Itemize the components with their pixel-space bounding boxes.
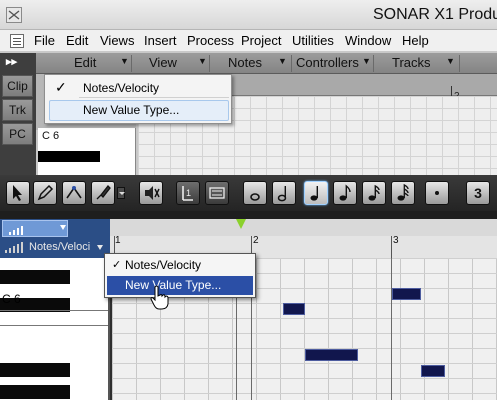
checkmark-icon: ✓ xyxy=(55,79,67,95)
chevron-down-icon: ▼ xyxy=(446,56,455,66)
erase-icon[interactable] xyxy=(139,181,163,205)
pr-menu-view[interactable]: View ▼ xyxy=(136,55,210,72)
chevron-down-icon xyxy=(97,245,103,250)
midi-note[interactable] xyxy=(283,303,305,315)
dd-notes-velocity[interactable]: Notes/Velocity xyxy=(125,258,201,272)
window-title: SONAR X1 Producer xyxy=(373,6,497,23)
sixteenth-note-icon[interactable] xyxy=(362,181,386,205)
brush-dropdown-icon[interactable] xyxy=(117,187,125,199)
midi-note[interactable] xyxy=(392,288,421,300)
menu-edit[interactable]: Edit xyxy=(66,33,88,48)
velocity-bars-icon xyxy=(9,226,23,235)
chevron-down-icon: ▼ xyxy=(362,56,371,66)
now-time-marker[interactable] xyxy=(236,219,246,229)
checkmark-icon: ✓ xyxy=(112,259,122,271)
pr-menu-notes-label: Notes xyxy=(228,55,262,70)
chevron-down-icon: ▼ xyxy=(278,56,287,66)
top-note-label: C 6 xyxy=(42,130,60,142)
midi-note[interactable] xyxy=(421,365,445,377)
ruler-tick xyxy=(391,236,392,258)
pr-menu-view-label: View xyxy=(149,55,177,70)
chevron-down-icon: ▼ xyxy=(120,56,129,66)
menu-window[interactable]: Window xyxy=(345,33,391,48)
chevron-down-icon xyxy=(60,225,66,230)
brush-icon[interactable] xyxy=(91,181,115,205)
piano-keyboard[interactable] xyxy=(0,258,110,400)
cursor-icon[interactable] xyxy=(6,181,30,205)
top-dd-notes-velocity[interactable]: Notes/Velocity xyxy=(83,81,159,95)
menu-file[interactable]: File xyxy=(34,33,55,48)
black-key[interactable] xyxy=(0,270,70,284)
ruler-label-2: 2 xyxy=(253,235,259,246)
expand-arrows-icon[interactable]: ▸▸ xyxy=(6,55,17,68)
snap-icon[interactable]: 1 xyxy=(176,181,200,205)
top-black-key[interactable] xyxy=(38,151,100,162)
menu-separator xyxy=(79,97,229,98)
half-note-icon[interactable] xyxy=(272,181,296,205)
eighth-note-icon[interactable] xyxy=(333,181,357,205)
strip-trk[interactable]: Trk xyxy=(2,99,33,121)
svg-text:1: 1 xyxy=(186,188,191,198)
pr-menu-tracks-label: Tracks xyxy=(392,55,431,70)
tool-strip: ▸▸ Clip Trk PC xyxy=(0,53,36,175)
lane-type-select[interactable]: Notes/Veloci xyxy=(2,240,104,256)
black-key[interactable] xyxy=(0,385,70,399)
strip-pc[interactable]: PC xyxy=(2,123,33,145)
smart-tool-icon[interactable] xyxy=(62,181,86,205)
piano-roll-toolbar: 1 3 xyxy=(0,175,497,211)
main-menubar: File Edit Views Insert Process Project U… xyxy=(0,30,497,52)
key-divider xyxy=(0,325,108,326)
menu-utilities[interactable]: Utilities xyxy=(292,33,334,48)
toolbar-divider xyxy=(0,211,497,219)
pr-menu-controllers[interactable]: Controllers ▼ xyxy=(296,55,374,72)
black-key[interactable] xyxy=(0,363,70,377)
ruler-label-1: 1 xyxy=(115,235,121,246)
controller-lane-tab[interactable] xyxy=(2,220,68,237)
dot-icon[interactable] xyxy=(425,181,449,205)
dd-new-value-type[interactable]: New Value Type... xyxy=(125,278,221,292)
piano-roll-zoomed: 1 3 Notes/Veloci 1 2 3 C 6 ✓ Notes/Veloc… xyxy=(0,175,497,400)
app-icon[interactable] xyxy=(6,7,22,23)
note-label-c6: C 6 xyxy=(2,292,21,306)
strip-clip[interactable]: Clip xyxy=(2,75,33,97)
pr-menu-edit-label: Edit xyxy=(74,55,97,70)
top-dd-new-value-type[interactable]: New Value Type... xyxy=(83,103,179,117)
key-divider xyxy=(0,310,108,311)
lane-type-dropdown: ✓ Notes/Velocity New Value Type... xyxy=(104,253,256,298)
pr-menu-tracks[interactable]: Tracks ▼ xyxy=(378,55,460,72)
controller-pane-header: Notes/Veloci xyxy=(0,219,110,258)
menu-views[interactable]: Views xyxy=(100,33,134,48)
menu-insert[interactable]: Insert xyxy=(144,33,177,48)
hand-pointer-icon xyxy=(150,285,169,310)
lane-type-value: Notes/Veloci xyxy=(29,241,91,253)
piano-roll-menubar: Edit ▼ View ▼ Notes ▼ Controllers ▼ Trac… xyxy=(36,53,497,74)
draw-pencil-icon[interactable] xyxy=(33,181,57,205)
pr-menu-notes[interactable]: Notes ▼ xyxy=(214,55,292,72)
pr-menu-edit[interactable]: Edit ▼ xyxy=(44,55,132,72)
snap-settings-icon[interactable] xyxy=(205,181,229,205)
menu-help[interactable]: Help xyxy=(402,33,429,48)
ruler-label-3: 3 xyxy=(393,235,399,246)
thirty-second-note-icon[interactable] xyxy=(391,181,415,205)
quarter-note-icon[interactable] xyxy=(304,181,328,205)
sonar-window-top: SONAR X1 Producer File Edit Views Insert… xyxy=(0,0,497,175)
screenshot-root: SONAR X1 Producer File Edit Views Insert… xyxy=(0,0,497,400)
midi-note[interactable] xyxy=(305,349,358,361)
velocity-bars-icon xyxy=(5,242,23,253)
title-bar: SONAR X1 Producer xyxy=(0,0,497,30)
bar-line xyxy=(391,258,392,400)
chevron-down-icon: ▼ xyxy=(198,56,207,66)
whole-note-icon[interactable] xyxy=(243,181,267,205)
triplet-icon[interactable]: 3 xyxy=(466,181,490,205)
menu-project[interactable]: Project xyxy=(241,33,281,48)
top-ruler-tick xyxy=(451,86,452,96)
pr-menu-controllers-label: Controllers xyxy=(296,55,359,70)
document-icon[interactable] xyxy=(10,34,24,48)
menu-process[interactable]: Process xyxy=(187,33,234,48)
top-lane-dropdown: ✓ Notes/Velocity New Value Type... xyxy=(44,74,232,124)
